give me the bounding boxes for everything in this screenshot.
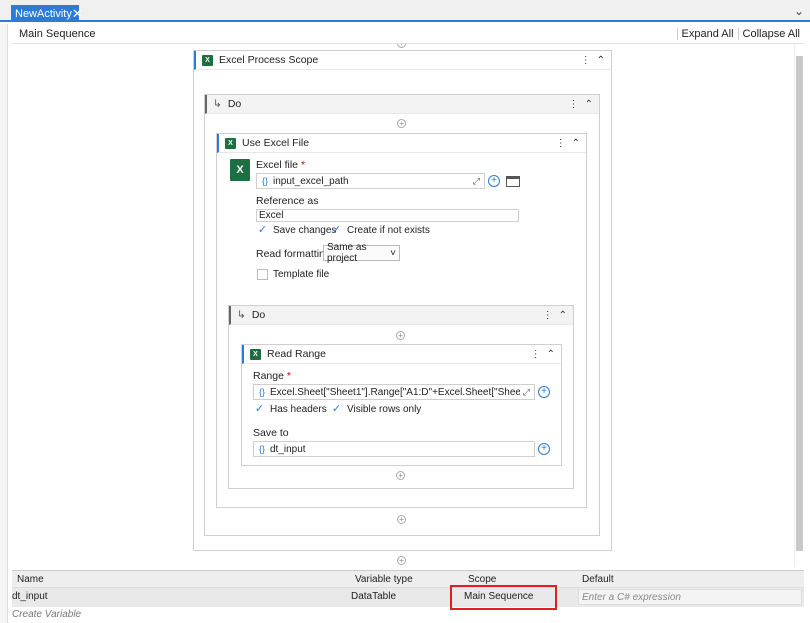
check-icon: ✓ [331,403,342,415]
more-options-icon[interactable]: ⋮ [531,349,541,360]
range-input[interactable]: {} Excel.Sheet["Sheet1"].Range["A1:D"+Ex… [253,384,535,400]
expression-icon: {} [258,387,265,397]
read-formatting-label: Read formatting [256,248,331,260]
excel-icon: X [250,348,261,360]
chevron-down-icon: ˅ [390,247,396,259]
scrollbar-thumb[interactable] [796,56,803,551]
variable-type[interactable]: DataTable [351,591,396,602]
create-if-not-exists-checkbox[interactable]: ✓ Create if not exists [331,224,430,237]
variables-header: Name Variable type Scope Default [12,571,804,588]
read-formatting-select[interactable]: Same as project ˅ [323,242,400,264]
do-title-inner: Do [251,309,266,321]
excel-file-icon: X [230,159,250,181]
save-to-input[interactable]: {} dt_input [253,441,535,457]
breadcrumb[interactable]: Main Sequence [12,28,95,40]
collapse-icon[interactable]: ⌃ [585,99,593,110]
column-name[interactable]: Name [17,574,44,585]
add-variable-icon[interactable]: + [538,386,550,398]
collapse-icon[interactable]: ⌃ [559,310,567,321]
expand-editor-icon[interactable]: ⤢ [473,176,480,187]
check-icon: ✓ [331,224,342,236]
add-activity-icon[interactable]: + [397,556,406,565]
do-header-inner[interactable]: ↳ Do ⋮ ⌃ [229,306,573,325]
column-scope[interactable]: Scope [468,574,496,585]
left-panel-edge [0,24,8,623]
add-activity-icon[interactable]: + [397,515,406,524]
add-activity-icon[interactable]: + [396,471,405,480]
template-file-checkbox[interactable]: Template file [257,269,329,280]
variables-panel: Name Variable type Scope Default dt_inpu… [12,570,804,623]
add-activity-icon[interactable]: + [397,44,406,48]
do-container-outer: ↳ Do ⋮ ⌃ + X Use Excel File ⋮ ⌃ X Excel fi… [204,94,600,536]
chevron-down-icon[interactable]: ⌄ [794,4,804,18]
excel-icon: X [202,54,213,66]
expand-all-button[interactable]: Expand All [676,27,738,40]
more-options-icon[interactable]: ⋮ [581,55,591,66]
check-icon: ✓ [257,224,268,236]
highlight-annotation [450,585,557,610]
scope-title: Excel Process Scope [219,54,319,66]
column-variable-type[interactable]: Variable type [355,574,413,585]
folder-icon[interactable] [506,176,520,187]
read-range-header[interactable]: X Read Range ⋮ ⌃ [242,345,561,364]
excel-process-scope-card[interactable]: X Excel Process Scope ⋮ ⌃ ↳ Do ⋮ ⌃ + X Use… [193,50,612,551]
tab-bar [0,0,810,22]
collapse-icon[interactable]: ⌃ [547,349,555,360]
variable-default-input[interactable]: Enter a C# expression [578,589,802,605]
more-options-icon[interactable]: ⋮ [556,138,566,149]
enter-arrow-icon: ↳ [237,309,246,321]
do-title-outer: Do [227,98,242,110]
use-excel-file-card[interactable]: X Use Excel File ⋮ ⌃ X Excel file * {} in… [216,133,587,508]
create-variable-row[interactable]: Create Variable [12,607,804,623]
collapse-icon[interactable]: ⌃ [597,55,605,66]
more-options-icon[interactable]: ⋮ [543,310,553,321]
use-excel-title: Use Excel File [242,137,310,149]
expression-icon: {} [258,444,265,454]
reference-input[interactable]: Excel [256,209,519,222]
collapse-all-button[interactable]: Collapse All [737,27,804,40]
designer-canvas: + X Excel Process Scope ⋮ ⌃ ↳ Do ⋮ ⌃ + X U… [12,44,794,567]
expand-editor-icon[interactable]: ⤢ [523,387,530,398]
add-activity-icon[interactable]: + [396,331,405,340]
more-options-icon[interactable]: ⋮ [569,99,579,110]
use-excel-header[interactable]: X Use Excel File ⋮ ⌃ [217,134,586,153]
column-default[interactable]: Default [582,574,614,585]
tab-newactivity[interactable]: NewActivity ✕ [11,5,83,22]
tab-title: NewActivity [15,7,72,20]
add-variable-icon[interactable]: + [488,175,500,187]
excel-file-input[interactable]: {} input_excel_path ⤢ [256,173,485,189]
range-label: Range * [253,370,291,382]
add-activity-icon[interactable]: + [397,119,406,128]
close-icon[interactable]: ✕ [72,7,83,20]
create-variable-link[interactable]: Create Variable [12,609,81,620]
collapse-icon[interactable]: ⌃ [572,138,580,149]
save-to-label: Save to [253,427,289,439]
add-variable-icon[interactable]: + [538,443,550,455]
excel-icon: X [225,137,236,149]
visible-rows-only-checkbox[interactable]: ✓ Visible rows only [331,403,421,416]
variable-name[interactable]: dt_input [12,591,48,602]
expression-icon: {} [261,176,268,186]
do-header-outer[interactable]: ↳ Do ⋮ ⌃ [205,95,599,114]
do-container-inner: ↳ Do ⋮ ⌃ + X Read Range ⋮ ⌃ Range * {} E… [228,305,574,489]
scope-header[interactable]: X Excel Process Scope ⋮ ⌃ [194,51,611,70]
breadcrumb-bar: Main Sequence Expand All Collapse All [12,24,804,44]
vertical-scrollbar[interactable] [794,44,803,567]
table-row[interactable]: dt_input DataTable Main Sequence Enter a… [12,588,804,607]
reference-label: Reference as [256,195,319,207]
check-icon: ✓ [254,403,265,415]
save-changes-checkbox[interactable]: ✓ Save changes [257,224,337,237]
excel-file-label: Excel file * [256,159,306,171]
enter-arrow-icon: ↳ [213,98,222,110]
has-headers-checkbox[interactable]: ✓ Has headers [254,403,327,416]
read-range-title: Read Range [267,348,326,360]
read-range-card[interactable]: X Read Range ⋮ ⌃ Range * {} Excel.Sheet["… [241,344,562,466]
